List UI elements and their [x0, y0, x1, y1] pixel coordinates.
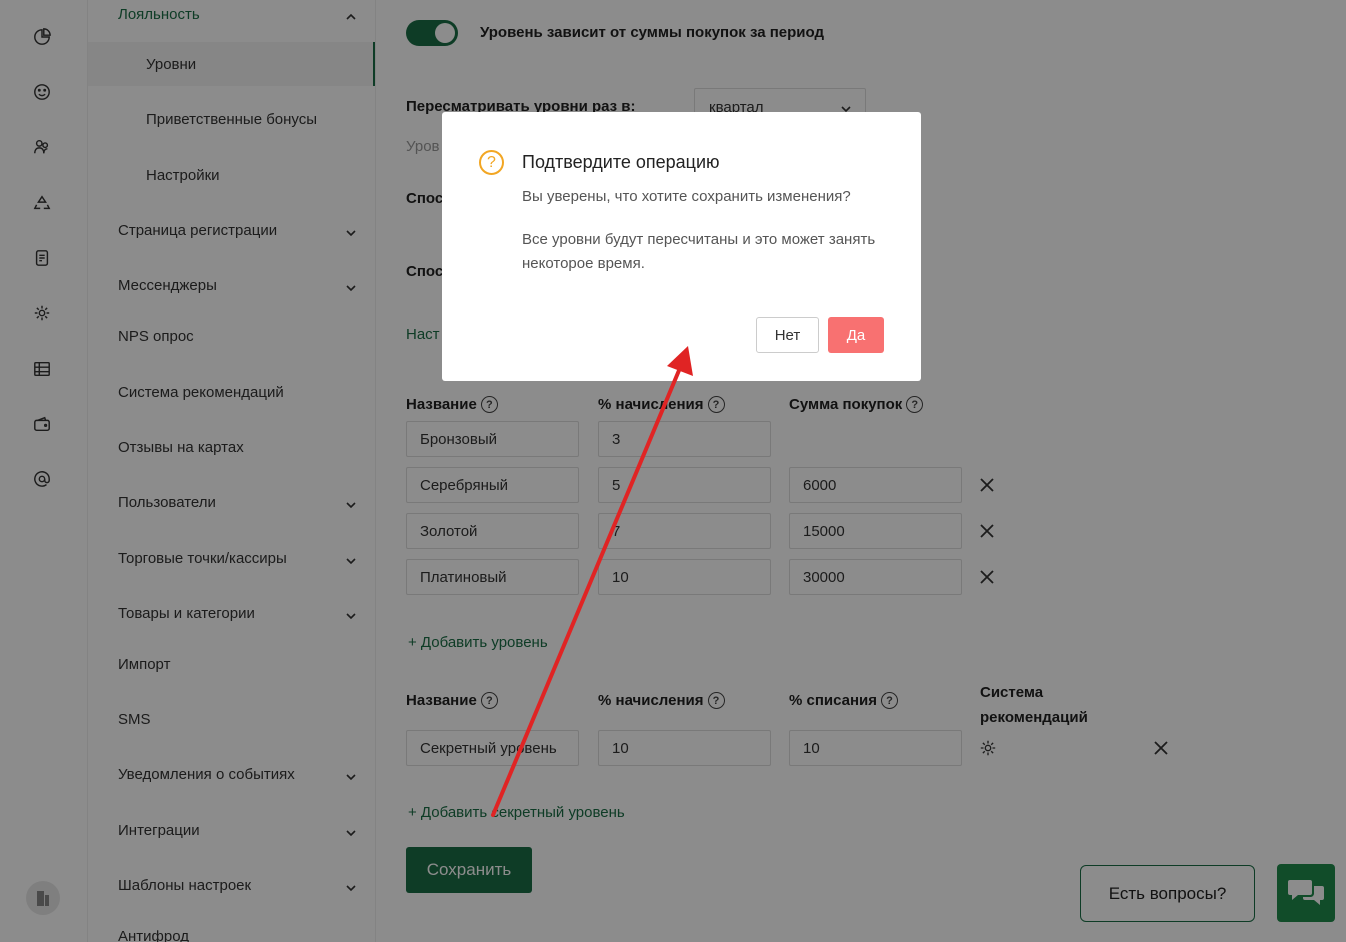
no-button[interactable]: Нет — [756, 317, 819, 353]
dialog-message: Вы уверены, что хотите сохранить изменен… — [522, 188, 851, 205]
confirm-dialog: ? Подтвердите операцию Вы уверены, что х… — [442, 112, 921, 381]
yes-button[interactable]: Да — [828, 317, 884, 353]
dialog-note: Все уровни будут пересчитаны и это может… — [522, 231, 876, 272]
dialog-title: Подтвердите операцию — [522, 152, 720, 172]
question-circle-icon: ? — [479, 150, 504, 175]
